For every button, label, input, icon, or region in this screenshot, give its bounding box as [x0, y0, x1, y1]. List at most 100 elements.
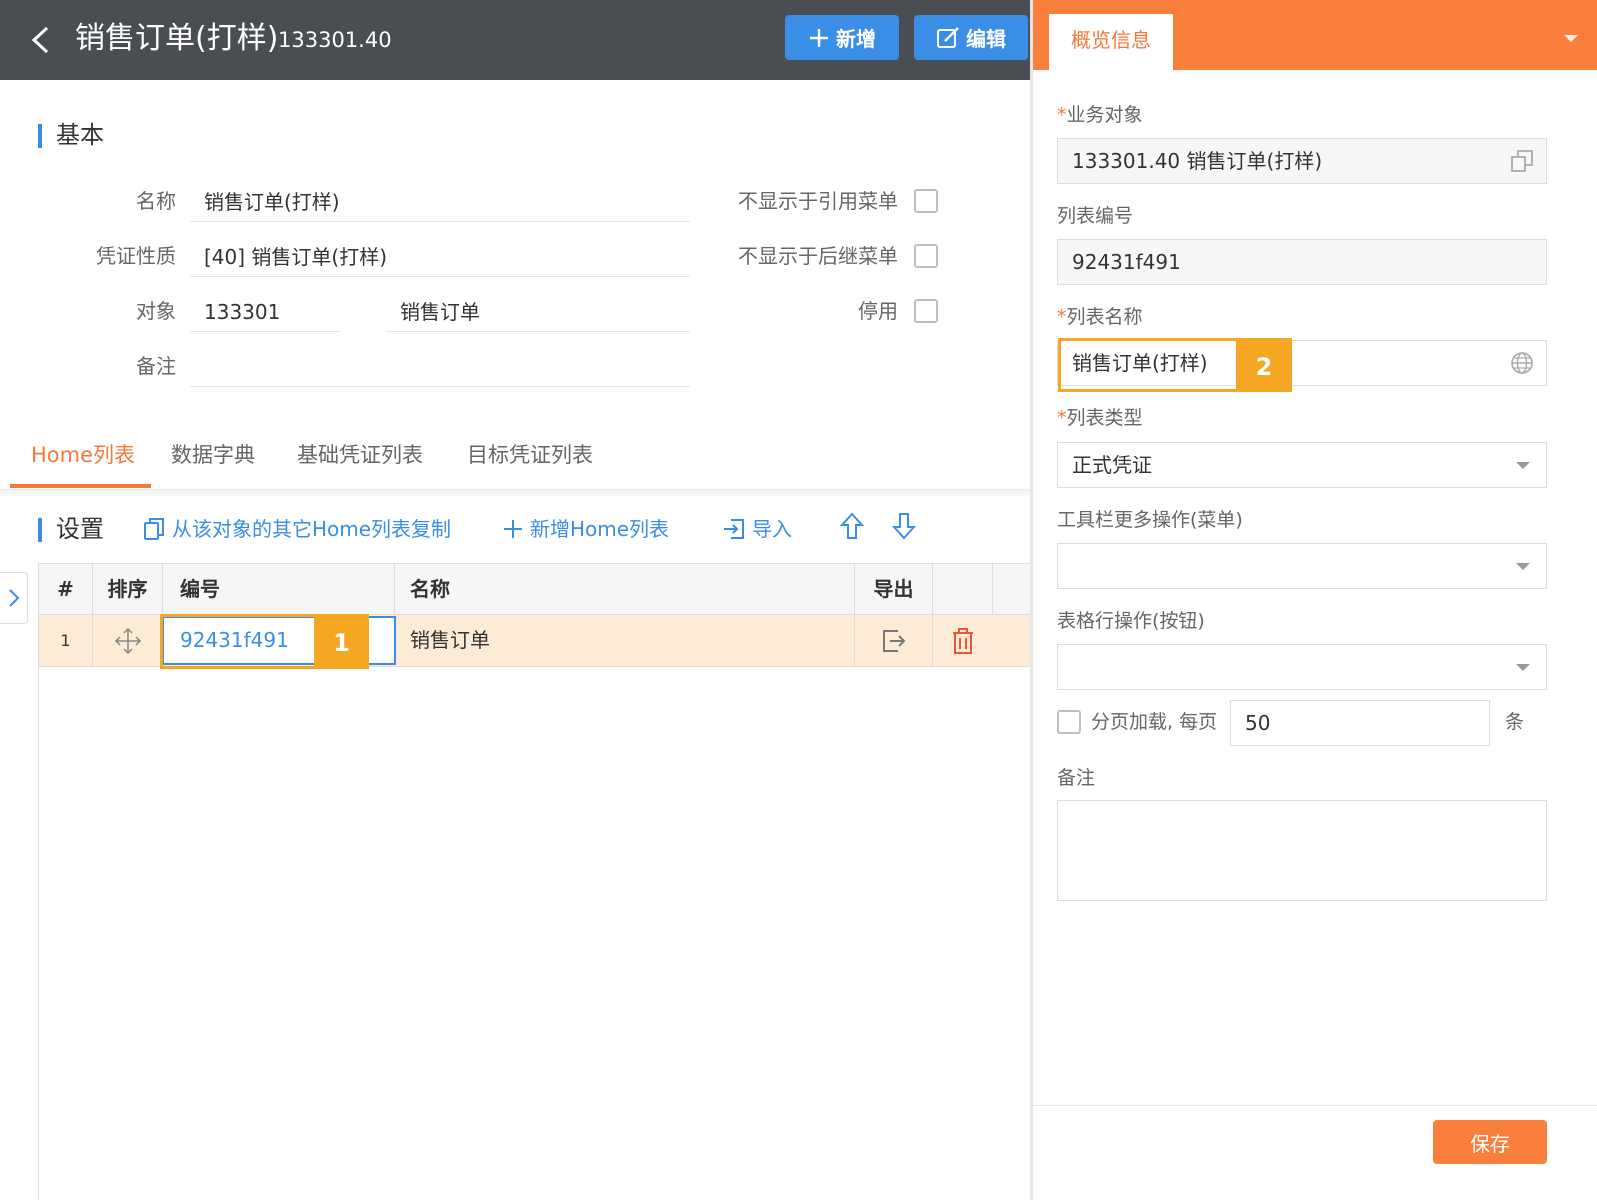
tab-data-dictionary[interactable]: 数据字典 — [171, 440, 255, 470]
panel-remark-textarea[interactable] — [1057, 800, 1547, 901]
list-type-label: *列表类型 — [1057, 404, 1143, 432]
list-type-select[interactable]: 正式凭证 — [1057, 442, 1547, 488]
annotation-badge-2: 2 — [1236, 341, 1292, 392]
plus-icon — [810, 28, 828, 47]
panel-header: 概览信息 — [1033, 0, 1597, 70]
row-name: 销售订单 — [395, 615, 855, 666]
move-icon — [114, 627, 141, 654]
save-button[interactable]: 保存 — [1433, 1120, 1547, 1164]
tab-home-list[interactable]: Home列表 — [31, 440, 135, 470]
basic-section-title: 基本 — [38, 120, 104, 150]
import-link[interactable]: 导入 — [722, 512, 792, 546]
back-button[interactable] — [22, 22, 58, 58]
panel-collapse-button[interactable] — [1564, 28, 1578, 47]
row-drag-handle[interactable] — [93, 615, 163, 666]
trash-icon — [953, 627, 973, 654]
row-delete-button[interactable] — [933, 615, 993, 666]
edit-button-label: 编辑 — [966, 27, 1006, 51]
chevron-down-icon — [1516, 462, 1530, 469]
toolbar-more-label: 工具栏更多操作(菜单) — [1057, 509, 1243, 531]
object-code-field[interactable]: 133301 — [190, 292, 340, 332]
list-code-label: 列表编号 — [1057, 205, 1134, 227]
chevron-left-icon — [31, 26, 49, 54]
list-name-label-text: 列表名称 — [1066, 306, 1143, 328]
header-name[interactable]: 名称 — [395, 564, 855, 614]
biz-object-value: 133301.40 销售订单(打样) — [1072, 149, 1323, 173]
paging-unit: 条 — [1505, 711, 1525, 733]
tabs-divider — [0, 490, 1030, 498]
copy-icon — [144, 518, 164, 540]
main-pane: 销售订单(打样) 133301.40 新增 编辑 基本 名称 销售订单(打样) … — [0, 0, 1031, 1200]
panel-footer-divider — [1033, 1105, 1597, 1106]
paging-checkbox[interactable] — [1057, 710, 1081, 734]
paging-size-input[interactable]: 50 — [1230, 700, 1490, 746]
header-index: # — [39, 564, 93, 614]
arrow-up-icon — [840, 512, 864, 539]
voucher-field[interactable]: [40] 销售订单(打样) — [190, 237, 690, 277]
object-name-field[interactable]: 销售订单 — [386, 292, 690, 332]
hide-next-menu-checkbox[interactable] — [914, 244, 938, 268]
disable-checkbox[interactable] — [914, 299, 938, 323]
list-name-label: *列表名称 — [1057, 303, 1143, 331]
list-type-value: 正式凭证 — [1072, 453, 1152, 477]
edit-icon — [937, 26, 959, 48]
row-index: 1 — [39, 615, 93, 666]
header-sort: 排序 — [93, 564, 163, 614]
required-mark: * — [1057, 104, 1067, 126]
copy-from-other-list-label: 从该对象的其它Home列表复制 — [172, 517, 452, 541]
edit-button[interactable]: 编辑 — [914, 15, 1028, 60]
tab-base-voucher-list[interactable]: 基础凭证列表 — [297, 440, 423, 470]
annotation-badge-1: 1 — [314, 617, 369, 669]
chevron-down-icon — [1516, 664, 1530, 671]
name-field[interactable]: 销售订单(打样) — [190, 182, 690, 222]
copy-icon[interactable] — [1510, 149, 1534, 173]
disable-label: 停用 — [858, 299, 898, 323]
hide-ref-menu-label: 不显示于引用菜单 — [738, 189, 898, 213]
toolbar-more-select[interactable] — [1057, 543, 1547, 589]
tab-target-voucher-list[interactable]: 目标凭证列表 — [467, 440, 593, 470]
side-panel-toggle[interactable] — [0, 572, 28, 624]
grid-header: # 排序 编号 名称 导出 — [39, 563, 1031, 615]
header-actions — [933, 564, 993, 614]
chevron-down-icon — [1516, 563, 1530, 570]
remark-label: 备注 — [136, 354, 176, 378]
move-up-button[interactable] — [840, 512, 864, 540]
row-ops-select[interactable] — [1057, 644, 1547, 690]
plus-icon — [504, 520, 522, 538]
overview-panel: 概览信息 *业务对象 133301.40 销售订单(打样) 列表编号 92431… — [1030, 0, 1597, 1200]
add-button[interactable]: 新增 — [785, 15, 899, 60]
add-home-list-label: 新增Home列表 — [530, 517, 670, 541]
settings-section-title: 设置 — [38, 514, 104, 544]
row-export-button[interactable] — [855, 615, 933, 666]
header-export: 导出 — [855, 564, 933, 614]
tab-overview[interactable]: 概览信息 — [1049, 14, 1173, 70]
paging-label: 分页加载, 每页 — [1091, 711, 1218, 733]
required-mark: * — [1057, 407, 1067, 429]
import-label: 导入 — [752, 517, 792, 541]
list-code-field[interactable]: 92431f491 — [1057, 239, 1547, 285]
add-button-label: 新增 — [836, 27, 876, 51]
page-code: 133301.40 — [278, 28, 392, 52]
move-down-button[interactable] — [892, 512, 916, 540]
globe-icon[interactable] — [1510, 351, 1534, 375]
add-home-list-link[interactable]: 新增Home列表 — [502, 512, 669, 546]
import-icon — [724, 519, 744, 539]
list-type-label-text: 列表类型 — [1066, 407, 1143, 429]
page-title: 销售订单(打样) — [75, 21, 279, 56]
name-label: 名称 — [136, 189, 176, 213]
row-ops-label: 表格行操作(按钮) — [1057, 610, 1205, 632]
copy-from-other-list-link[interactable]: 从该对象的其它Home列表复制 — [142, 512, 451, 546]
voucher-label: 凭证性质 — [96, 244, 176, 268]
tab-bar: Home列表 数据字典 基础凭证列表 目标凭证列表 — [0, 428, 1030, 490]
caret-down-icon — [1564, 35, 1578, 42]
biz-object-label-text: 业务对象 — [1066, 104, 1143, 126]
export-icon — [882, 629, 905, 652]
required-mark: * — [1057, 306, 1067, 328]
object-label: 对象 — [136, 299, 176, 323]
panel-remark-label: 备注 — [1057, 767, 1096, 789]
biz-object-field[interactable]: 133301.40 销售订单(打样) — [1057, 138, 1547, 184]
remark-field[interactable] — [190, 347, 690, 387]
hide-ref-menu-checkbox[interactable] — [914, 189, 938, 213]
active-tab-indicator — [10, 484, 151, 488]
header-code[interactable]: 编号 — [163, 564, 395, 614]
